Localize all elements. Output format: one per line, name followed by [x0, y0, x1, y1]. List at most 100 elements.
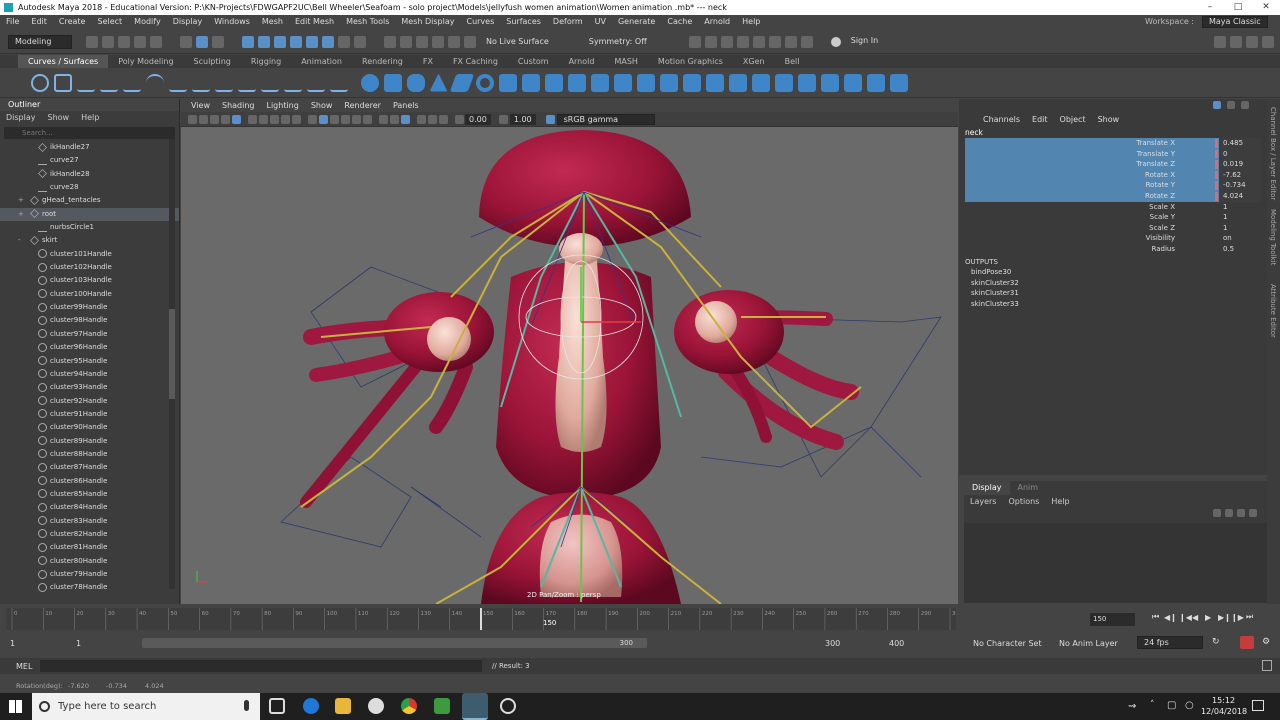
outliner-item[interactable]: cluster95Handle: [0, 355, 179, 368]
shelf-tab-custom[interactable]: Custom: [508, 55, 559, 68]
play-forward-icon[interactable]: ▶: [1205, 613, 1218, 622]
tab-modeling-toolkit[interactable]: Modeling Toolkit: [1269, 209, 1277, 265]
2d-pan-zoom-icon[interactable]: [232, 114, 241, 124]
lasso-icon[interactable]: [464, 35, 476, 48]
symmetry-label[interactable]: Symmetry: Off: [589, 37, 647, 46]
mudbox-icon[interactable]: [434, 698, 450, 714]
input-ops-icon[interactable]: [384, 35, 396, 48]
channel-attribute-value[interactable]: -7.62: [1219, 169, 1261, 181]
outliner-search-input[interactable]: Search...: [4, 127, 175, 139]
panel-menu-panels[interactable]: Panels: [387, 99, 425, 112]
shelf-tab-animation[interactable]: Animation: [291, 55, 352, 68]
microphone-icon[interactable]: [244, 700, 249, 711]
minimize-icon[interactable]: –: [1196, 0, 1224, 15]
move-layer-up-icon[interactable]: [1213, 509, 1221, 517]
select-component-icon[interactable]: [212, 35, 224, 48]
menu-arnold[interactable]: Arnold: [698, 15, 736, 29]
use-all-lights-icon[interactable]: [352, 114, 361, 124]
outliner-item[interactable]: + gHead_tentacles: [0, 194, 179, 207]
snap-grid-icon[interactable]: [242, 35, 254, 48]
range-slider[interactable]: 300: [142, 638, 647, 648]
time-slider[interactable]: 0 10 20 30 40 50 60 70 80 90 100 110 120 130 140 150 160…: [6, 608, 963, 630]
outliner-item[interactable]: cluster86Handle: [0, 475, 179, 488]
outliner-item[interactable]: cluster84Handle: [0, 501, 179, 514]
new-empty-layer-icon[interactable]: [1237, 509, 1245, 517]
output-node[interactable]: skinCluster33: [971, 299, 1019, 310]
bookmark-icon[interactable]: [210, 114, 219, 124]
image-plane-icon[interactable]: [221, 114, 230, 124]
outliner-menu-show[interactable]: Show: [42, 112, 76, 124]
playback-end-field[interactable]: 300: [825, 639, 840, 648]
outliner-item[interactable]: cluster90Handle: [0, 421, 179, 434]
file-explorer-icon[interactable]: [335, 698, 351, 714]
reflection-icon[interactable]: [448, 35, 460, 48]
menu-cache[interactable]: Cache: [661, 15, 698, 29]
panel-menu-shading[interactable]: Shading: [216, 99, 261, 112]
insert-isoparm-icon[interactable]: [843, 73, 862, 92]
nurbs-square-icon[interactable]: [53, 73, 72, 92]
camera-attributes-icon[interactable]: [199, 114, 208, 124]
panel-menu-view[interactable]: View: [185, 99, 216, 112]
windows-start-icon[interactable]: [9, 700, 22, 713]
gamma-icon[interactable]: [498, 114, 508, 124]
layer-tab-display[interactable]: Display: [964, 481, 1010, 495]
outliner-item[interactable]: cluster79Handle: [0, 568, 179, 581]
volume-icon[interactable]: ▢: [1167, 700, 1176, 711]
anim-layer-select[interactable]: No Anim Layer: [1059, 639, 1118, 648]
channel-attribute-row[interactable]: Translate Y 0: [965, 148, 1261, 160]
nurbs-plane-icon[interactable]: [449, 73, 474, 92]
intersect-icon[interactable]: [682, 73, 701, 92]
outliner-item[interactable]: ikHandle27: [0, 141, 179, 154]
nurbs-sphere-icon[interactable]: [360, 73, 379, 92]
viewport-3d[interactable]: 2D Pan/Zoom : persp: [181, 127, 958, 604]
output-ops-icon[interactable]: [400, 35, 412, 48]
taskbar-date[interactable]: 12/04/2018: [1201, 707, 1247, 716]
channel-attribute-row[interactable]: Visibility on: [965, 233, 1261, 244]
insert-knot-icon[interactable]: [306, 74, 325, 92]
shelf-tab-bell[interactable]: Bell: [775, 55, 810, 68]
play-backward-icon[interactable]: ◀: [1192, 613, 1205, 622]
channel-attribute-value[interactable]: 1: [1223, 202, 1227, 213]
shelf-tab-motion-graphics[interactable]: Motion Graphics: [648, 55, 733, 68]
channel-attribute-row[interactable]: Scale Z 1: [965, 223, 1261, 234]
tool-settings-toggle-icon[interactable]: [1241, 101, 1249, 109]
outliner-item[interactable]: nurbsCircle1: [0, 221, 179, 234]
live-surface-label[interactable]: No Live Surface: [486, 37, 549, 46]
smooth-shade-icon[interactable]: [319, 114, 328, 124]
layer-menu-layers[interactable]: Layers: [964, 497, 1002, 506]
outliner-item[interactable]: curve27: [0, 154, 179, 167]
show-attribute-editor-icon[interactable]: [1230, 35, 1242, 48]
rebuild-surface-icon[interactable]: [866, 73, 885, 92]
menu-create[interactable]: Create: [53, 15, 92, 29]
open-scene-icon[interactable]: [102, 35, 114, 48]
outliner-item[interactable]: - skirt: [0, 234, 179, 247]
anim-start-field[interactable]: 1: [10, 639, 15, 648]
make-live-icon[interactable]: [322, 35, 334, 48]
network-icon[interactable]: ⇝: [1128, 701, 1136, 712]
snap-curve-icon[interactable]: [258, 35, 270, 48]
nurbs-cylinder-icon[interactable]: [406, 73, 425, 92]
detach-curves-icon[interactable]: [214, 74, 233, 92]
render-view-icon[interactable]: [768, 35, 781, 48]
render-sequence-icon[interactable]: [704, 35, 717, 48]
menu-uv[interactable]: UV: [589, 15, 612, 29]
outliner-item[interactable]: + root: [0, 207, 179, 222]
select-camera-icon[interactable]: [188, 114, 197, 124]
outliner-item[interactable]: cluster99Handle: [0, 301, 179, 314]
channel-attribute-value[interactable]: 0: [1219, 148, 1261, 160]
pause-render-icon[interactable]: [800, 35, 813, 48]
show-modeling-toolkit-icon[interactable]: [1214, 35, 1226, 48]
offset-curve-icon[interactable]: [329, 74, 348, 92]
xray-joints-icon[interactable]: [428, 114, 437, 124]
reverse-curve-icon[interactable]: [260, 74, 279, 92]
menu-edit-mesh[interactable]: Edit Mesh: [289, 15, 340, 29]
outliner-menu-help[interactable]: Help: [75, 112, 105, 124]
outliner-item[interactable]: cluster103Handle: [0, 274, 179, 287]
output-node[interactable]: bindPose30: [971, 267, 1019, 278]
channel-attribute-row[interactable]: Radius 0.5: [965, 244, 1261, 255]
shelf-tab-poly-modeling[interactable]: Poly Modeling: [108, 55, 183, 68]
menu-generate[interactable]: Generate: [612, 15, 661, 29]
xray-icon[interactable]: [401, 114, 410, 124]
outliner-item[interactable]: cluster81Handle: [0, 541, 179, 554]
taskbar-time[interactable]: 15:12: [1212, 696, 1235, 705]
